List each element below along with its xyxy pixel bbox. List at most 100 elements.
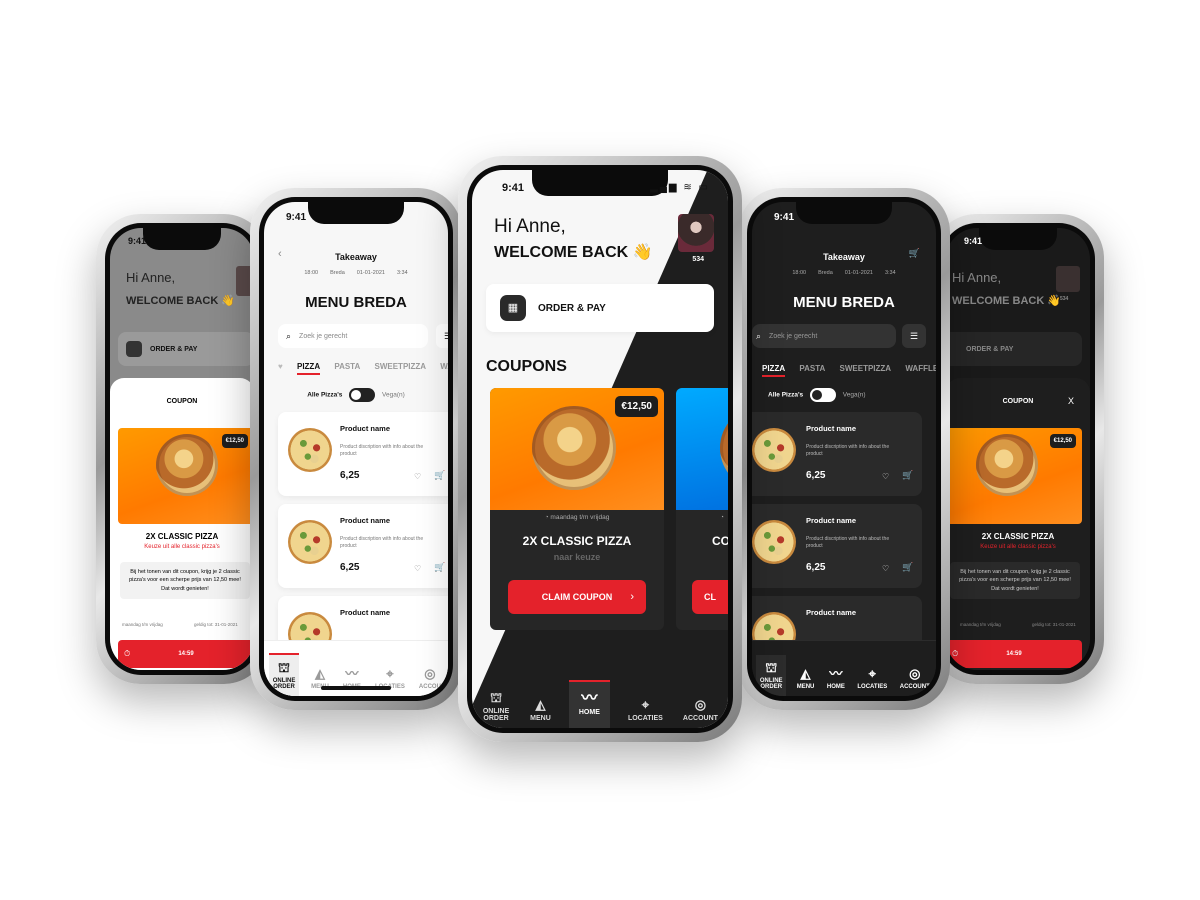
- tab-pizza[interactable]: PIZZA: [762, 364, 786, 377]
- product-card[interactable]: Product name Product discription with in…: [752, 504, 922, 588]
- nav-menu[interactable]: ◭ MENU: [528, 692, 553, 728]
- tab-sweetpizza[interactable]: SWEETPIZZA: [840, 364, 892, 373]
- claim-coupon-button[interactable]: CL: [692, 580, 728, 614]
- coupon-card-peek[interactable]: ◔ CO CL: [676, 388, 728, 630]
- order-mode: Takeaway: [335, 252, 377, 262]
- nav-account[interactable]: ◎ ACCOU: [417, 661, 443, 696]
- product-name: Product name: [340, 516, 391, 525]
- phone-home: 9:41 ▂▄▆ ≋ ▭ Hi Anne, WELCOME BACK 👋 534…: [458, 156, 742, 742]
- close-icon[interactable]: X: [1068, 396, 1074, 406]
- coupon-title: 2X CLASSIC PIZZA: [522, 534, 632, 548]
- nav-online-order[interactable]: ⛫ ONLINE ORDER: [756, 655, 787, 696]
- cloche-icon: ⛫: [490, 690, 503, 705]
- cart-icon[interactable]: 🛒: [902, 470, 913, 481]
- coupon-subtitle: Keuze uit alle classic pizza's: [980, 544, 1056, 550]
- nav-home-label: HOME: [578, 709, 600, 716]
- product-image: [288, 520, 332, 564]
- product-price: 6,25: [806, 470, 826, 481]
- status-time: 9:41: [964, 236, 983, 246]
- nav-online-order-label: ONLINE ORDER: [482, 708, 510, 722]
- nav-locaties[interactable]: ⌖LOCATIES: [373, 661, 407, 696]
- order-pay-card[interactable]: ▦ ORDER & PAY: [486, 284, 714, 332]
- valid-until-text: geldig tot: 31-01-2021: [194, 622, 238, 627]
- status-time: 9:41: [128, 236, 147, 246]
- favorite-icon[interactable]: ♡: [414, 564, 421, 573]
- product-image: [288, 428, 332, 472]
- meta-city: Breda: [330, 270, 345, 276]
- product-name: Product name: [340, 424, 391, 433]
- tab-waffles[interactable]: WA: [440, 362, 448, 371]
- tab-pasta[interactable]: PASTA: [334, 362, 360, 371]
- vega-toggle-row: Alle Pizza's Vega(n): [768, 388, 866, 402]
- nav-account[interactable]: ◎ ACCOUNT: [681, 692, 720, 728]
- nav-menu-label: MENU: [530, 715, 551, 722]
- order-pay-card[interactable]: ORDER & PAY: [118, 332, 254, 366]
- nav-home-label: HOME: [826, 684, 845, 690]
- search-input[interactable]: ⌕ Zoek je gerecht: [752, 324, 896, 348]
- timer-button[interactable]: ⏱ 14:59: [118, 640, 254, 668]
- claim-coupon-button[interactable]: CLAIM COUPON ›: [508, 580, 646, 614]
- cart-icon[interactable]: 🛒: [434, 470, 445, 481]
- cart-icon[interactable]: 🛒: [902, 562, 913, 573]
- filter-button[interactable]: ☰: [902, 324, 926, 348]
- status-time: 9:41: [774, 212, 795, 223]
- nav-menu[interactable]: ◭ MENU: [309, 661, 331, 696]
- pizza-slice-icon: ◭: [314, 666, 325, 681]
- favorite-icon[interactable]: ♡: [414, 472, 421, 481]
- nav-account[interactable]: ◎ ACCOUNT: [898, 661, 932, 696]
- clock-icon: ◔: [720, 514, 724, 521]
- order-meta: 18:00 Breda 01-01-2021 3:34: [264, 270, 448, 276]
- coupon-card[interactable]: €12,50 ◔ maandag t/m vrijdag 2X CLASSIC …: [490, 388, 664, 630]
- nav-menu[interactable]: ◭ MENU: [795, 661, 817, 696]
- nav-online-order[interactable]: ⛫ ONLINE ORDER: [269, 653, 300, 696]
- vega-toggle[interactable]: [349, 388, 376, 402]
- validity-text: maandag t/m vrijdag: [550, 514, 610, 521]
- tab-waffles[interactable]: WAFFLES: [905, 364, 936, 373]
- menu-title: MENU BREDA: [305, 294, 407, 311]
- favorite-icon[interactable]: ♡: [882, 472, 889, 481]
- product-card[interactable]: Product name Product discription with in…: [278, 504, 448, 588]
- validity-row: ◔ maandag t/m vrijdag: [490, 514, 664, 521]
- nav-locaties[interactable]: ⌖LOCATIES: [855, 661, 889, 696]
- nav-home[interactable]: 〰HOME: [568, 680, 610, 728]
- product-card[interactable]: Product name Product discription with in…: [752, 412, 922, 496]
- product-image: [752, 428, 796, 472]
- status-icons: ▂▄▆ ≋ ▭: [650, 182, 710, 193]
- mustache-icon: 〰: [345, 666, 359, 681]
- avatar[interactable]: [678, 214, 714, 252]
- tab-pizza[interactable]: PIZZA: [296, 362, 321, 375]
- nav-account-label: ACCOUNT: [682, 715, 718, 722]
- timer-button[interactable]: ⏱ 14:59: [946, 640, 1082, 668]
- filter-button[interactable]: ☰: [436, 324, 448, 348]
- pizza-image: [720, 406, 728, 490]
- search-input[interactable]: ⌕ Zoek je gerecht: [278, 324, 428, 348]
- nav-home[interactable]: 〰HOME: [825, 661, 847, 696]
- avatar[interactable]: [1056, 266, 1080, 292]
- location-pin-icon: ⌖: [386, 666, 394, 681]
- pizza-image: [976, 434, 1038, 496]
- meta-time: 18:00: [792, 270, 807, 276]
- favorite-icon[interactable]: ♡: [882, 564, 889, 573]
- toggle-label-vega: Vega(n): [382, 391, 405, 399]
- nav-account-label: ACCOUNT: [899, 684, 930, 690]
- coupon-image: €12,50: [490, 388, 664, 510]
- pizza-image: [156, 434, 218, 496]
- tab-sweetpizza[interactable]: SWEETPIZZA: [375, 362, 427, 371]
- order-pay-label: ORDER & PAY: [538, 302, 606, 314]
- greeting-welcome: WELCOME BACK 👋: [952, 295, 1062, 307]
- favorites-icon[interactable]: ♥: [278, 362, 283, 371]
- product-card[interactable]: Product name Product discription with in…: [278, 412, 448, 496]
- nav-online-order[interactable]: ⛫ ONLINE ORDER: [480, 685, 512, 728]
- tab-pasta[interactable]: PASTA: [799, 364, 825, 373]
- meta-points: 3:34: [884, 270, 896, 276]
- coupon-image: €12,50: [118, 428, 254, 524]
- validity-text: maandag t/m vrijdag: [122, 622, 163, 627]
- claim-coupon-label: CLAIM COUPON: [541, 592, 613, 602]
- qr-icon: [126, 341, 142, 357]
- product-name: Product name: [806, 516, 857, 525]
- cart-icon[interactable]: 🛒: [434, 562, 445, 573]
- order-pay-card[interactable]: ORDER & PAY: [946, 332, 1082, 366]
- vega-toggle[interactable]: [809, 388, 836, 402]
- nav-home[interactable]: 〰HOME: [341, 661, 363, 696]
- nav-locaties[interactable]: ⌖LOCATIES: [626, 692, 665, 728]
